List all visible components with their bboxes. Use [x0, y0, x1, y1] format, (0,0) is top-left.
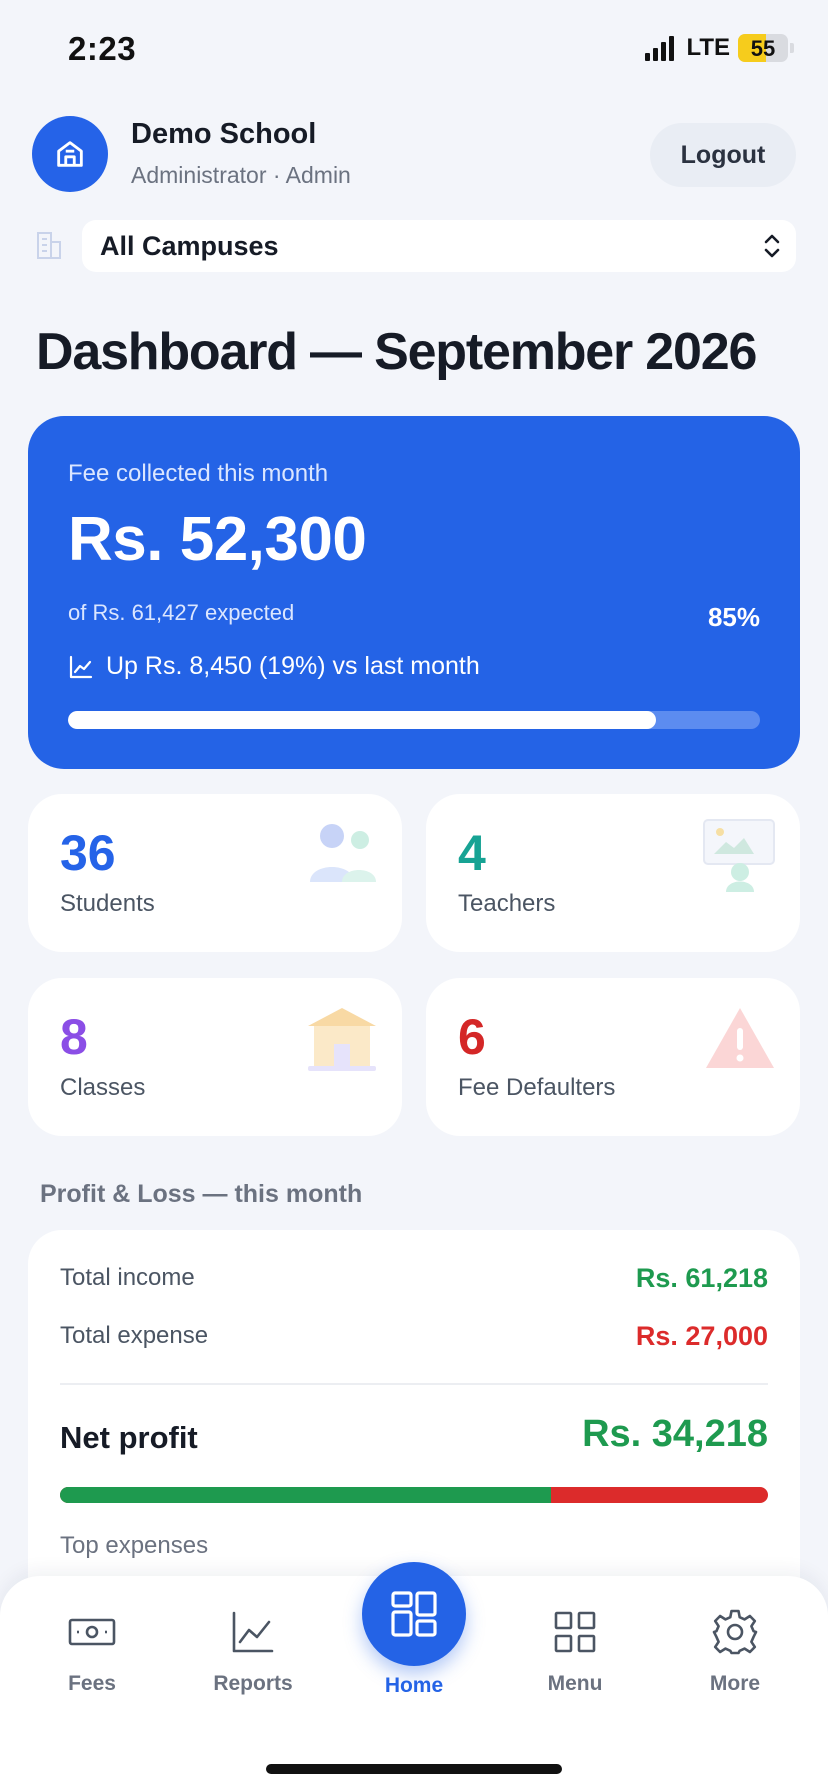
- students-count: 36: [60, 825, 116, 881]
- campus-selector-row: All Campuses: [32, 220, 796, 272]
- total-income-value: Rs. 61,218: [635, 1263, 768, 1293]
- nav-menu-label: Menu: [547, 1672, 603, 1695]
- school-name: Demo School: [131, 118, 317, 150]
- chevron-up-down-icon: [764, 234, 780, 258]
- status-time: 2:23: [68, 30, 137, 67]
- fee-trend: Up Rs. 8,450 (19%) vs last month: [68, 652, 480, 681]
- chart-line-icon: [232, 1611, 274, 1653]
- battery-icon: 55: [738, 34, 794, 62]
- user-role: Administrator · Admin: [131, 162, 351, 188]
- home-indicator: [266, 1764, 562, 1774]
- stat-card-classes[interactable]: 8 Classes: [28, 978, 402, 1136]
- teachers-label: Teachers: [458, 890, 556, 917]
- status-bar: 2:23 LTE 55: [0, 0, 828, 96]
- nav-fees-label: Fees: [68, 1672, 116, 1695]
- nav-reports-label: Reports: [213, 1672, 293, 1695]
- school-building-icon: [57, 141, 83, 167]
- nav-more[interactable]: More: [665, 1606, 805, 1696]
- campus-building-icon: [37, 232, 61, 259]
- total-expense-label: Total expense: [60, 1322, 209, 1349]
- campus-selected-value: All Campuses: [100, 230, 279, 261]
- classroom-icon: [308, 1008, 376, 1071]
- teacher-board-icon: [703, 819, 775, 892]
- net-profit-label: Net profit: [60, 1420, 198, 1455]
- grid-icon: [554, 1611, 596, 1653]
- logout-button[interactable]: Logout: [650, 123, 796, 187]
- page-title: Dashboard — September 2026: [36, 323, 757, 381]
- nav-home[interactable]: Home: [362, 1562, 466, 1698]
- divider: [60, 1383, 768, 1385]
- banknote-icon: [68, 1618, 116, 1646]
- fee-collected-card[interactable]: Fee collected this month Rs. 52,300 of R…: [28, 416, 800, 769]
- fee-progress-bar: [68, 711, 760, 729]
- stat-card-fee-defaulters[interactable]: 6 Fee Defaulters: [426, 978, 800, 1136]
- campus-select[interactable]: All Campuses: [82, 220, 796, 272]
- total-expense-value: Rs. 27,000: [635, 1321, 768, 1351]
- fee-card-label: Fee collected this month: [68, 460, 329, 487]
- fee-progress-fill: [68, 711, 657, 729]
- nav-reports[interactable]: Reports: [183, 1606, 323, 1696]
- fee-trend-text: Up Rs. 8,450 (19%) vs last month: [106, 652, 480, 680]
- students-label: Students: [60, 890, 155, 917]
- top-expenses-label: Top expenses: [60, 1532, 209, 1559]
- total-income-label: Total income: [60, 1264, 195, 1291]
- income-expense-bar: [60, 1487, 768, 1503]
- fee-expected: of Rs. 61,427 expected: [68, 600, 295, 625]
- profit-loss-heading: Profit & Loss — this month: [40, 1180, 363, 1208]
- signal-icon: [645, 35, 675, 61]
- fee-defaulters-count: 6: [458, 1009, 486, 1065]
- warning-icon: [706, 1008, 774, 1068]
- nav-more-label: More: [709, 1672, 761, 1695]
- gear-icon: [712, 1609, 758, 1655]
- battery-level: 55: [750, 36, 776, 61]
- fee-defaulters-label: Fee Defaulters: [458, 1074, 616, 1101]
- dashboard-icon: [391, 1591, 437, 1637]
- classes-label: Classes: [60, 1074, 146, 1101]
- bottom-nav: Fees Reports Home Menu More: [0, 1562, 828, 1792]
- teachers-count: 4: [458, 825, 486, 881]
- income-share-fill: [60, 1487, 552, 1503]
- fee-percent: 85%: [707, 602, 760, 632]
- trend-up-icon: [69, 655, 93, 678]
- classes-count: 8: [60, 1009, 88, 1065]
- students-icon: [310, 824, 376, 882]
- nav-menu[interactable]: Menu: [505, 1606, 645, 1696]
- app-header: Demo School Administrator · Admin Logout: [32, 116, 796, 194]
- school-avatar[interactable]: [32, 116, 108, 192]
- status-indicators: LTE 55: [645, 34, 794, 62]
- network-type: LTE: [686, 34, 730, 61]
- net-profit-value: Rs. 34,218: [582, 1413, 768, 1455]
- stat-card-teachers[interactable]: 4 Teachers: [426, 794, 800, 952]
- stat-card-students[interactable]: 36 Students: [28, 794, 402, 952]
- nav-home-label: Home: [384, 1674, 444, 1697]
- fee-collected-amount: Rs. 52,300: [68, 505, 367, 574]
- nav-fees[interactable]: Fees: [22, 1606, 162, 1696]
